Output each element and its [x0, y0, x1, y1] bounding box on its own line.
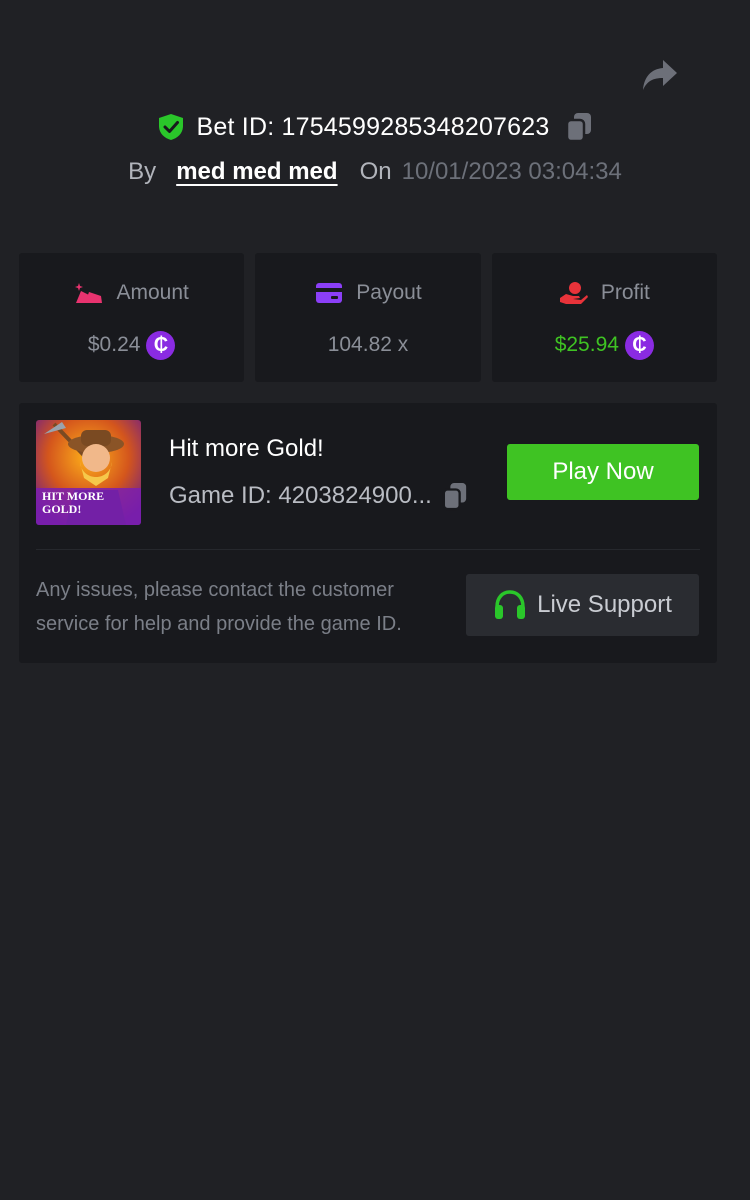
amount-label: Amount: [116, 281, 189, 304]
bet-detail-page: Bet ID: 1754599285348207623 By med med m…: [0, 0, 750, 1200]
game-thumbnail[interactable]: HIT MORE GOLD!: [36, 420, 141, 525]
game-card: HIT MORE GOLD! Hit more Gold! Game ID: 4…: [19, 403, 717, 663]
support-message: Any issues, please contact the customer …: [36, 579, 402, 635]
play-now-button[interactable]: Play Now: [507, 444, 699, 500]
copy-game-id-icon[interactable]: [442, 481, 468, 511]
game-title: Hit more Gold!: [169, 435, 324, 462]
by-label: By: [128, 158, 157, 185]
game-id-row: Game ID: 4203824900...: [169, 481, 468, 511]
headset-icon: [493, 589, 527, 621]
divider: [36, 549, 700, 550]
payout-label: Payout: [356, 281, 422, 304]
bet-author-row: By med med med On 10/01/2023 03:04:34: [0, 154, 750, 190]
share-arrow-icon: [643, 60, 677, 90]
coin-icon: ₵: [146, 330, 176, 360]
on-label: On: [359, 158, 392, 185]
hand-coin-icon: [559, 280, 589, 306]
bet-id-text: Bet ID: 1754599285348207623: [196, 112, 550, 141]
live-support-label: Live Support: [537, 591, 672, 618]
gold-pile-icon: [74, 280, 104, 306]
user-name-link[interactable]: med med med: [176, 158, 337, 186]
share-button[interactable]: [640, 56, 680, 94]
payout-value: 104.82 x: [327, 333, 409, 356]
copy-bet-id-icon[interactable]: [565, 111, 593, 143]
stat-profit: Profit $25.94 ₵: [491, 253, 717, 382]
profit-label: Profit: [600, 281, 650, 304]
thumbnail-title: HIT MORE GOLD!: [42, 489, 105, 516]
bet-date: 10/01/2023 03:04:34: [401, 158, 622, 185]
bet-stats: Amount $0.24 ₵ Payout 104.82 x Profit $2…: [19, 253, 717, 382]
live-support-button[interactable]: Live Support: [466, 574, 699, 636]
stat-payout: Payout 104.82 x: [255, 253, 481, 382]
amount-value: $0.24: [87, 333, 141, 356]
stat-amount: Amount $0.24 ₵: [19, 253, 245, 382]
card-icon: [314, 280, 344, 306]
coin-icon: ₵: [624, 330, 654, 360]
game-id-text: Game ID: 4203824900...: [169, 482, 432, 509]
shield-check-icon: [157, 113, 185, 141]
bet-id-row: Bet ID: 1754599285348207623: [0, 108, 750, 146]
profit-value: $25.94: [554, 333, 619, 356]
